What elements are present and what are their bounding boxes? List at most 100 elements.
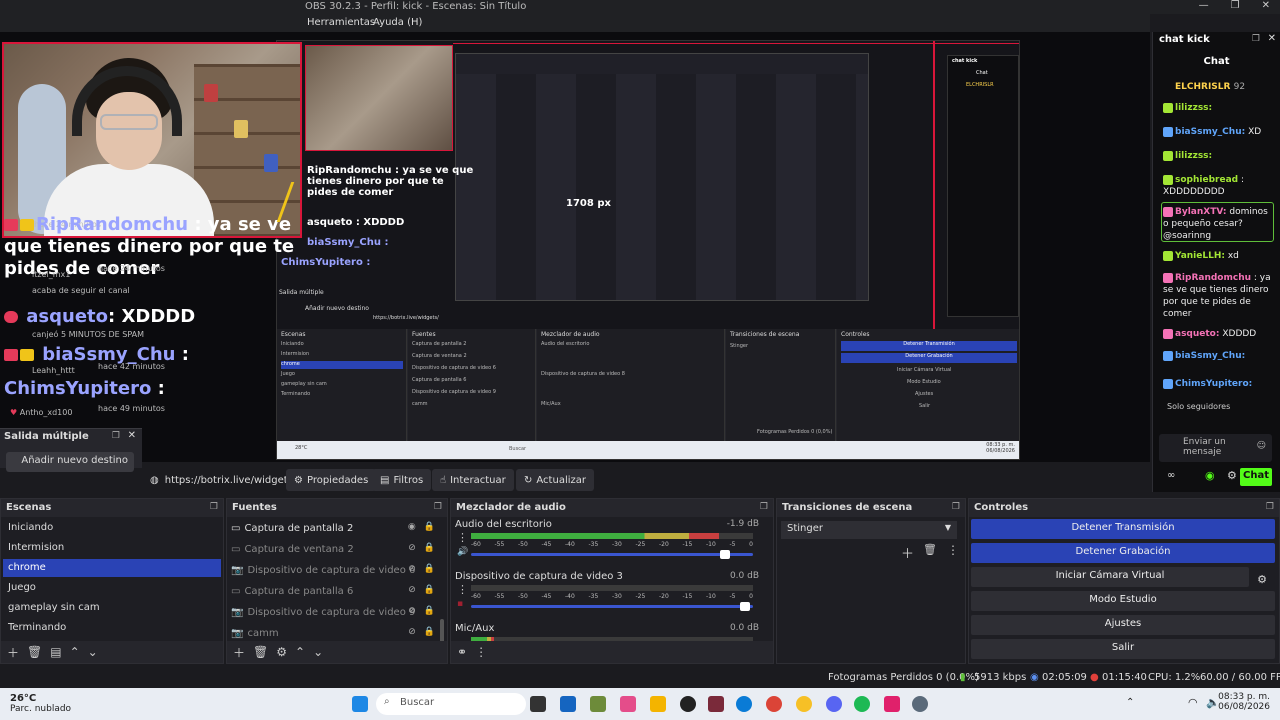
popout-icon[interactable]: ❐ (1252, 34, 1260, 44)
properties-button[interactable]: ⚙ Propiedades (286, 469, 377, 491)
control-button[interactable]: Detener Transmisión (971, 519, 1275, 539)
app-icon[interactable] (884, 696, 900, 712)
menu-ayuda[interactable]: Ayuda (H) (373, 17, 422, 28)
control-button[interactable]: Modo Estudio (971, 591, 1275, 611)
close-icon[interactable]: ✕ (128, 430, 136, 441)
filter-icon[interactable]: ▤ (50, 645, 61, 659)
chrome-icon[interactable] (766, 696, 782, 712)
volume-icon[interactable]: 🔊 (457, 547, 468, 557)
interact-button[interactable]: ☝ Interactuar (432, 469, 514, 491)
source-item[interactable]: ▭ Captura de pantalla 6 ⊘ 🔒 (231, 582, 435, 600)
add-icon[interactable]: ＋ (901, 543, 914, 562)
chat-username[interactable]: YanieLLH: (1175, 251, 1225, 261)
more-icon[interactable]: ⋮ (457, 583, 468, 596)
popout-icon[interactable]: ❐ (1266, 502, 1274, 512)
popout-icon[interactable]: ❐ (760, 502, 768, 512)
chat-username[interactable]: lilizzss: (1175, 103, 1212, 113)
source-item[interactable]: ▭ Captura de ventana 2 ⊘ 🔒 (231, 540, 435, 558)
popout-icon[interactable]: ❐ (434, 502, 442, 512)
chat-username[interactable]: RipRandomchu (1175, 273, 1251, 283)
task-view-icon[interactable] (530, 696, 546, 712)
chat-username[interactable]: ChimsYupitero: (1175, 379, 1252, 389)
minecraft-icon[interactable] (590, 696, 606, 712)
app-icon[interactable] (560, 696, 576, 712)
windows-start-icon[interactable] (352, 696, 368, 712)
gear-icon[interactable]: ⚙ (276, 645, 287, 659)
chat-username[interactable]: biaSsmy_Chu: (1175, 351, 1245, 361)
chevron-up-icon[interactable]: ⌃ (1126, 697, 1134, 708)
eye-icon[interactable]: ◉ (408, 522, 416, 532)
taskbar-search[interactable]: ⌕ Buscar (376, 693, 526, 715)
edge-icon[interactable] (736, 696, 752, 712)
weather-widget[interactable]: 26°C Parc. nublado (10, 693, 71, 714)
wifi-icon[interactable]: ◠ (1188, 696, 1198, 709)
lock-icon[interactable]: 🔒 (424, 564, 435, 574)
gear-icon[interactable]: ⚙ (1227, 469, 1237, 482)
source-item[interactable]: 📷 Dispositivo de captura de video 9 ⊘ 🔒 (231, 603, 435, 621)
gear-icon[interactable]: ⚙ (1257, 573, 1267, 586)
transition-select[interactable]: Stinger ▼ (781, 521, 957, 539)
infinity-icon[interactable]: ∞ (1167, 470, 1175, 481)
scene-item[interactable]: gameplay sin cam (3, 599, 221, 617)
app-icon[interactable] (620, 696, 636, 712)
lock-icon[interactable]: 🔒 (424, 585, 435, 595)
source-item[interactable]: 📷 Dispositivo de captura de video 6 ⊘ 🔒 (231, 561, 435, 579)
folder-icon[interactable] (650, 696, 666, 712)
scene-item[interactable]: Iniciando (3, 519, 221, 537)
preview-canvas[interactable]: 1708 px RipRandomchu : ya se ve que tien… (0, 32, 1150, 462)
trash-icon[interactable]: 🗑 (253, 645, 268, 659)
maximize-button[interactable]: ❐ (1231, 0, 1240, 11)
chat-tab[interactable]: Chat (1153, 56, 1280, 67)
control-button[interactable]: Detener Grabación (971, 543, 1275, 563)
add-icon[interactable]: ＋ (7, 644, 19, 661)
chat-username[interactable]: asqueto: (1175, 329, 1219, 339)
lock-icon[interactable]: 🔒 (424, 606, 435, 616)
mute-icon[interactable]: ▪ (457, 599, 463, 609)
filters-button[interactable]: ▤ Filtros (372, 469, 432, 491)
eye-off-icon[interactable]: ⊘ (408, 606, 416, 616)
volume-slider[interactable] (471, 550, 753, 559)
source-item[interactable]: ▭ Captura de pantalla 2 ◉ 🔒 (231, 519, 435, 537)
kick-icon[interactable]: ◉ (1205, 469, 1215, 482)
add-destination-button[interactable]: Añadir nuevo destino (6, 452, 134, 472)
link-icon[interactable]: ⚭ (457, 645, 467, 659)
control-button[interactable]: Ajustes (971, 615, 1275, 635)
more-icon[interactable]: ⋮ (475, 645, 487, 659)
scene-item[interactable]: Juego (3, 579, 221, 597)
lock-icon[interactable]: 🔒 (424, 522, 435, 532)
scrollbar[interactable] (440, 619, 444, 643)
minimize-button[interactable]: — (1199, 0, 1209, 11)
control-button[interactable]: Iniciar Cámara Virtual (971, 567, 1249, 587)
emoji-icon[interactable]: ☺ (1257, 441, 1266, 451)
trash-icon[interactable]: 🗑 (923, 543, 937, 556)
settings-icon[interactable] (912, 696, 928, 712)
close-icon[interactable]: ✕ (1268, 33, 1276, 44)
chevron-down-icon[interactable]: ⌄ (313, 645, 323, 659)
chevron-up-icon[interactable]: ⌃ (70, 645, 80, 659)
eye-off-icon[interactable]: ⊘ (408, 564, 416, 574)
trash-icon[interactable]: 🗑 (27, 645, 42, 659)
control-button[interactable]: Salir (971, 639, 1275, 659)
chat-input[interactable]: Enviar un mensaje ☺ (1159, 434, 1272, 462)
chat-send-button[interactable]: Chat (1240, 468, 1272, 486)
more-icon[interactable]: ⋮ (457, 531, 468, 544)
refresh-button[interactable]: ↻ Actualizar (516, 469, 594, 491)
add-icon[interactable]: ＋ (233, 644, 245, 661)
menu-herramientas[interactable]: Herramientas (307, 17, 375, 28)
app-icon[interactable] (854, 696, 870, 712)
popout-icon[interactable]: ❐ (952, 502, 960, 512)
discord-icon[interactable] (826, 696, 842, 712)
chat-username[interactable]: biaSsmy_Chu: (1175, 127, 1245, 137)
chevron-up-icon[interactable]: ⌃ (295, 645, 305, 659)
eye-off-icon[interactable]: ⊘ (408, 627, 416, 637)
popout-icon[interactable]: ❐ (112, 431, 120, 441)
eye-off-icon[interactable]: ⊘ (408, 585, 416, 595)
close-button[interactable]: ✕ (1262, 0, 1270, 11)
taskbar-clock[interactable]: 08:33 p. m. 06/08/2026 (1218, 692, 1270, 712)
obs-icon[interactable] (680, 696, 696, 712)
app-icon[interactable] (796, 696, 812, 712)
app-icon[interactable] (708, 696, 724, 712)
volume-slider[interactable] (471, 602, 753, 611)
more-icon[interactable]: ⋮ (947, 543, 959, 557)
chevron-down-icon[interactable]: ⌄ (88, 645, 98, 659)
